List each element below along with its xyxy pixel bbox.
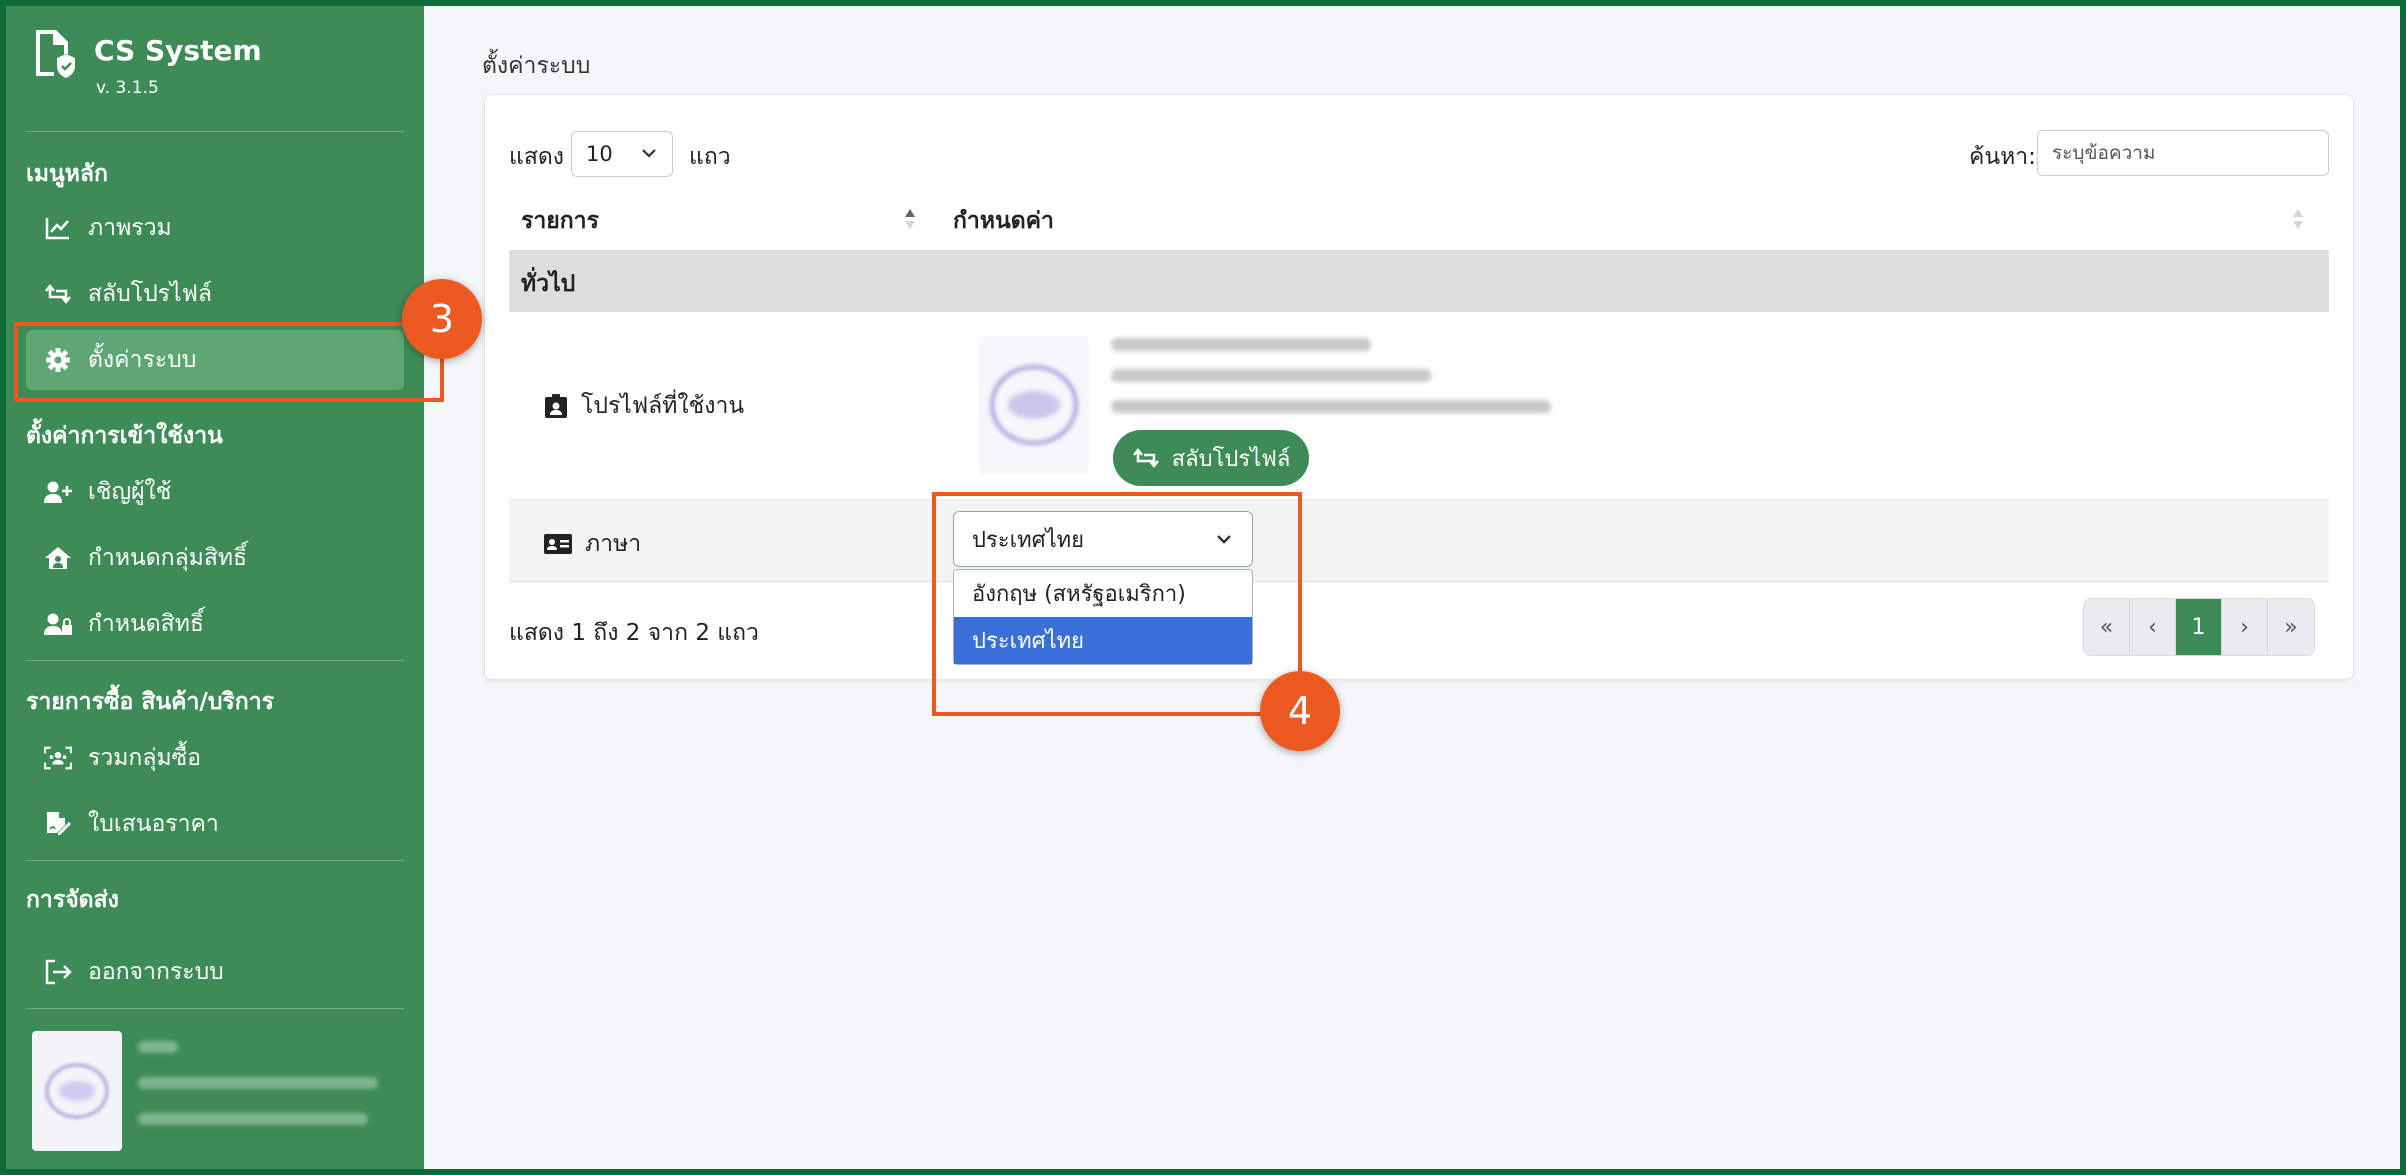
pagination-page-1[interactable]: 1 [2176,599,2222,655]
group-row-general: ทั่วไป [509,250,2329,312]
sidebar-section-access: ตั้งค่าการเข้าใช้งาน [26,423,223,449]
sidebar-divider [26,1008,404,1009]
company-logo-icon [990,365,1078,445]
row-label-language: ภาษา [543,526,641,562]
repeat-icon [44,280,72,308]
rows-label: แถว [689,144,731,170]
sidebar-divider [26,131,404,132]
sidebar-item-overview[interactable]: ภาพรวม [26,198,404,258]
house-user-icon [44,544,72,572]
row-label-text: โปรไฟล์ที่ใช้งาน [581,393,745,419]
app-window: CS System v. 3.1.5 เมนูหลัก ภาพรวม สลับโ… [0,0,2406,1175]
user-lock-icon [44,610,72,638]
group-scan-icon [44,744,72,772]
app-name: CS System [94,34,262,67]
file-signature-icon [44,810,72,838]
sidebar-section-main: เมนูหลัก [26,161,108,187]
sidebar-item-group-buy[interactable]: รวมกลุ่มซื้อ [26,728,404,788]
language-option-english[interactable]: อังกฤษ (สหรัฐอเมริกา) [954,570,1252,617]
page-length-value: 10 [586,142,613,166]
table-info: แสดง 1 ถึง 2 จาก 2 แถว [509,620,759,646]
language-dropdown: อังกฤษ (สหรัฐอเมริกา) ประเทศไทย [953,569,1253,665]
group-label: ทั่วไป [521,271,576,297]
sidebar-item-label: ออกจากระบบ [88,959,224,985]
sidebar-item-label: ภาพรวม [88,215,172,241]
pagination: « ‹ 1 › » [2083,598,2315,656]
row-label-text: ภาษา [585,531,642,557]
step-badge-3: 3 [402,279,482,359]
app-version: v. 3.1.5 [96,78,159,98]
sidebar-item-label: ใบเสนอราคา [88,811,219,837]
chart-line-icon [44,214,72,242]
profile-info-redacted [1111,338,1551,431]
show-label: แสดง [509,144,565,170]
sidebar-divider [26,860,404,861]
user-avatar[interactable] [32,1031,122,1151]
file-shield-icon [36,30,75,78]
sidebar-item-label: กำหนดกลุ่มสิทธิ์ [88,545,248,571]
switch-profile-label: สลับโปรไฟล์ [1171,446,1291,472]
search-input[interactable] [2037,130,2329,176]
column-header-value[interactable]: กำหนดค่า [953,203,1054,239]
switch-profile-button[interactable]: สลับโปรไฟล์ [1113,430,1309,486]
pagination-last[interactable]: » [2268,599,2314,655]
sign-out-icon [44,958,72,986]
sidebar-item-switch-profile[interactable]: สลับโปรไฟล์ [26,264,404,324]
pagination-previous[interactable]: ‹ [2130,599,2176,655]
company-logo-icon [45,1063,109,1119]
sidebar-item-label: กำหนดสิทธิ์ [88,611,204,637]
sort-icon[interactable] [903,207,917,231]
table-row-profile: โปรไฟล์ที่ใช้งาน สลับโปรไฟล์ [509,312,2329,500]
pagination-first[interactable]: « [2084,599,2130,655]
column-header-item[interactable]: รายการ [521,203,599,239]
chevron-down-icon [642,149,656,158]
sidebar-section-shipping: การจัดส่ง [26,887,119,913]
sidebar-item-permissions[interactable]: กำหนดสิทธิ์ [26,594,404,654]
pagination-next[interactable]: › [2222,599,2268,655]
sidebar-item-logout[interactable]: ออกจากระบบ [26,942,404,1002]
row-label-profile: โปรไฟล์ที่ใช้งาน [543,388,744,424]
profile-logo [979,336,1089,474]
repeat-icon [1132,447,1160,469]
language-option-thai[interactable]: ประเทศไทย [954,617,1252,664]
sidebar-item-label: รวมกลุ่มซื้อ [88,745,202,771]
user-plus-icon [44,478,72,506]
sort-icon[interactable] [2291,207,2305,231]
id-badge-icon [543,393,569,419]
step-badge-4: 4 [1260,671,1340,751]
table-row-language: ภาษา [509,500,2329,582]
sidebar-item-quotation[interactable]: ใบเสนอราคา [26,794,404,854]
page-title: ตั้งค่าระบบ [482,53,591,79]
sidebar-divider [26,660,404,661]
sidebar: CS System v. 3.1.5 เมนูหลัก ภาพรวม สลับโ… [6,6,424,1169]
sidebar-item-invite-user[interactable]: เชิญผู้ใช้ [26,462,404,522]
page-length-select[interactable]: 10 [571,131,673,177]
id-card-icon [543,533,573,555]
settings-table-card: แสดง 10 แถว ค้นหา: รายการ กำหนดค่า ทั่วไ… [484,94,2354,680]
user-info-redacted [138,1041,378,1149]
sidebar-item-label: เชิญผู้ใช้ [88,479,172,505]
highlight-box-settings [14,322,444,402]
sidebar-section-purchases: รายการซื้อ สินค้า/บริการ [26,689,274,715]
search-label: ค้นหา: [1969,144,2036,170]
sidebar-item-label: สลับโปรไฟล์ [88,281,212,307]
sidebar-item-permission-groups[interactable]: กำหนดกลุ่มสิทธิ์ [26,528,404,588]
